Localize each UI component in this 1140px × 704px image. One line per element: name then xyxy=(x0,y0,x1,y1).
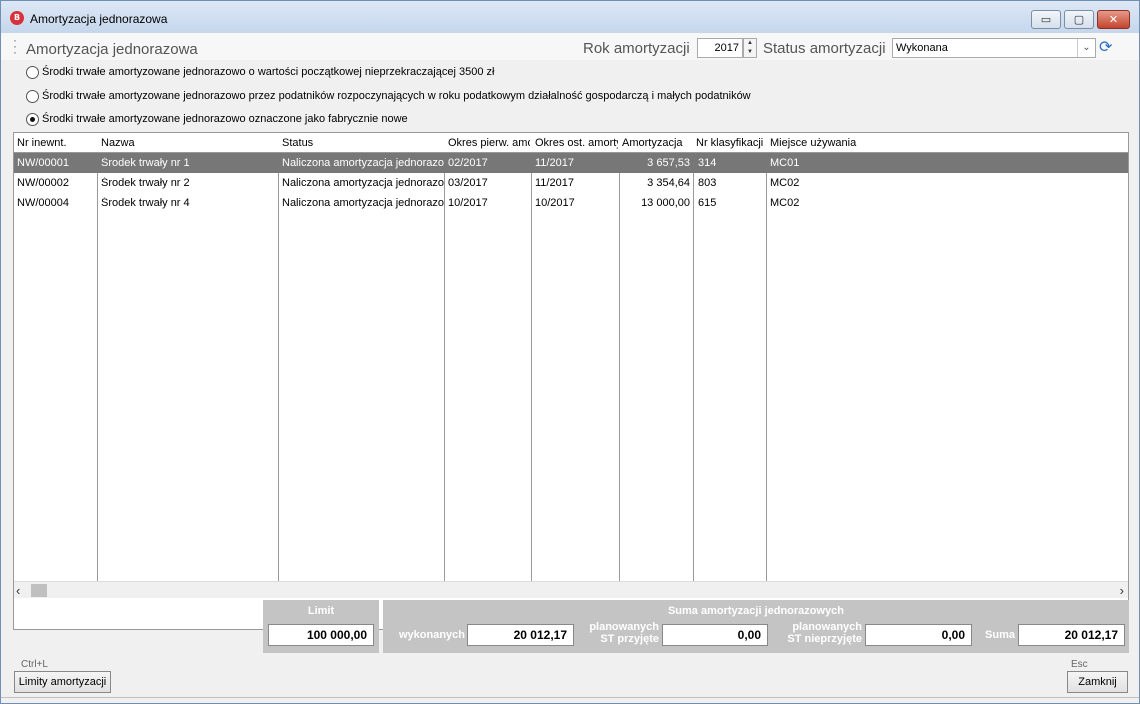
status-dropdown[interactable]: Wykonana ⌄ xyxy=(892,38,1096,58)
close-window-button[interactable]: ✕ xyxy=(1097,10,1130,29)
main-window: B Amortyzacja jednorazowa ▭ ▢ ✕ · · · Amor… xyxy=(0,0,1140,704)
status-bar xyxy=(1,697,1139,703)
sum-panel: Suma amortyzacji jednorazowych wykonanyc… xyxy=(383,600,1129,653)
assets-table: Nr inewnt. Nazwa Status Okres pierw. amo… xyxy=(13,132,1129,630)
maximize-button[interactable]: ▢ xyxy=(1064,10,1094,29)
radio-button-2[interactable] xyxy=(26,90,39,103)
wykonanych-value: 20 012,17 xyxy=(467,624,574,646)
przyjete-value: 0,00 xyxy=(662,624,768,646)
window-title: Amortyzacja jednorazowa xyxy=(30,12,168,26)
col-header-okres-pierw[interactable]: Okres pierw. amo xyxy=(448,137,530,149)
cell-nr-klasyfikacji: 615 xyxy=(698,197,717,209)
col-header-amortyzacja[interactable]: Amortyzacja xyxy=(622,137,692,149)
cell-miejsce: MC02 xyxy=(770,197,800,209)
cell-status: Naliczona amortyzacja jednorazow xyxy=(282,197,444,209)
cell-okres-ost: 11/2017 xyxy=(535,177,574,189)
cell-okres-pierw: 02/2017 xyxy=(448,157,488,169)
cell-nazwa: Środek trwały nr 4 xyxy=(101,197,190,209)
cell-amortyzacja: 13 000,00 xyxy=(641,197,690,209)
radio-button-3[interactable] xyxy=(26,113,39,126)
col-header-okres-ost[interactable]: Okres ost. amorty xyxy=(535,137,618,149)
nieprzyjete-label: planowanych ST nieprzyjęte xyxy=(773,621,862,645)
przyjete-label-line-1: planowanych xyxy=(589,621,659,633)
nieprzyjete-value: 0,00 xyxy=(865,624,972,646)
option-label-1: Środki trwałe amortyzowane jednorazowo o… xyxy=(42,66,495,78)
cell-miejsce: MC02 xyxy=(770,177,800,189)
nieprzyjete-label-line-1: planowanych xyxy=(792,621,862,633)
app-icon: B xyxy=(10,11,24,25)
close-icon: ✕ xyxy=(1108,13,1119,26)
spin-up-icon[interactable]: ▲ xyxy=(744,39,756,48)
close-hotkey: Esc xyxy=(1071,659,1088,670)
table-header: Nr inewnt. Nazwa Status Okres pierw. amo… xyxy=(14,133,1128,153)
minimize-icon: ▭ xyxy=(1040,13,1052,26)
sum-title: Suma amortyzacji jednorazowych xyxy=(667,605,845,617)
cell-status: Naliczona amortyzacja jednorazow xyxy=(282,177,444,189)
table-row[interactable]: NW/00001 Środek trwały nr 1 Naliczona am… xyxy=(14,153,1128,173)
przyjete-label-line-2: ST przyjęte xyxy=(600,633,659,645)
col-header-miejsce[interactable]: Miejsce używania xyxy=(770,137,1070,149)
col-header-nazwa[interactable]: Nazwa xyxy=(101,137,276,149)
cell-nr: NW/00002 xyxy=(17,177,69,189)
cell-okres-pierw: 03/2017 xyxy=(448,177,488,189)
col-header-status[interactable]: Status xyxy=(282,137,442,149)
status-label: Status amortyzacji xyxy=(763,40,886,57)
cell-okres-ost: 10/2017 xyxy=(535,197,575,209)
limit-panel: Limit 100 000,00 xyxy=(263,600,379,653)
przyjete-label: planowanych ST przyjęte xyxy=(579,621,659,645)
page-title: Amortyzacja jednorazowa xyxy=(26,41,198,58)
cell-nr: NW/00001 xyxy=(17,157,69,169)
spin-down-icon[interactable]: ▼ xyxy=(744,48,756,57)
scroll-left-icon[interactable]: ‹ xyxy=(16,583,20,598)
cell-amortyzacja: 3 657,53 xyxy=(647,157,690,169)
horizontal-scrollbar[interactable]: ‹ › xyxy=(14,581,1128,598)
suma-label: Suma xyxy=(985,629,1015,641)
cell-miejsce: MC01 xyxy=(770,157,800,169)
maximize-icon: ▢ xyxy=(1073,13,1085,26)
header-bar: · · · Amortyzacja jednorazowa Rok amortyza… xyxy=(1,33,1139,60)
close-button[interactable]: Zamknij xyxy=(1067,671,1128,693)
year-input[interactable]: 2017 xyxy=(697,38,743,58)
cell-nr-klasyfikacji: 803 xyxy=(698,177,717,189)
option-label-3: Środki trwałe amortyzowane jednorazowo o… xyxy=(42,113,408,125)
option-label-2: Środki trwałe amortyzowane jednorazowo p… xyxy=(42,90,751,102)
table-row[interactable]: NW/00004 Środek trwały nr 4 Naliczona am… xyxy=(14,193,1128,213)
status-value: Wykonana xyxy=(896,42,948,54)
table-row[interactable]: NW/00002 Środek trwały nr 2 Naliczona am… xyxy=(14,173,1128,193)
cell-status: Naliczona amortyzacja jednorazow xyxy=(282,157,444,169)
title-bar[interactable]: B Amortyzacja jednorazowa ▭ ▢ ✕ xyxy=(1,1,1139,33)
wykonanych-label: wykonanych xyxy=(398,629,465,641)
year-spinner[interactable]: ▲ ▼ xyxy=(743,38,757,58)
cell-okres-ost: 11/2017 xyxy=(535,157,574,169)
cell-okres-pierw: 10/2017 xyxy=(448,197,488,209)
col-header-nr-klasyfikacji[interactable]: Nr klasyfikacji xyxy=(696,137,765,149)
scroll-right-icon[interactable]: › xyxy=(1120,583,1124,598)
limit-title: Limit xyxy=(307,605,335,617)
minimize-button[interactable]: ▭ xyxy=(1031,10,1061,29)
cell-nazwa: Środek trwały nr 2 xyxy=(101,177,190,189)
cell-nr: NW/00004 xyxy=(17,197,69,209)
radio-button-1[interactable] xyxy=(26,66,39,79)
client-area: · · · Amortyzacja jednorazowa Rok amortyza… xyxy=(1,33,1139,703)
cell-nr-klasyfikacji: 314 xyxy=(698,157,717,169)
cell-amortyzacja: 3 354,64 xyxy=(647,177,690,189)
chevron-down-icon[interactable]: ⌄ xyxy=(1077,39,1095,57)
year-label: Rok amortyzacji xyxy=(583,40,690,57)
scroll-thumb[interactable] xyxy=(31,584,47,597)
cell-nazwa: Środek trwały nr 1 xyxy=(101,157,190,169)
limits-hotkey: Ctrl+L xyxy=(21,659,48,670)
suma-value: 20 012,17 xyxy=(1018,624,1125,646)
col-header-nr[interactable]: Nr inewnt. xyxy=(17,137,95,149)
limit-value: 100 000,00 xyxy=(268,624,374,646)
grip-icon[interactable]: · · · xyxy=(13,34,17,58)
limits-button[interactable]: Limity amortyzacji xyxy=(14,671,111,693)
refresh-icon[interactable]: ⟳ xyxy=(1099,38,1115,56)
nieprzyjete-label-line-2: ST nieprzyjęte xyxy=(787,633,862,645)
